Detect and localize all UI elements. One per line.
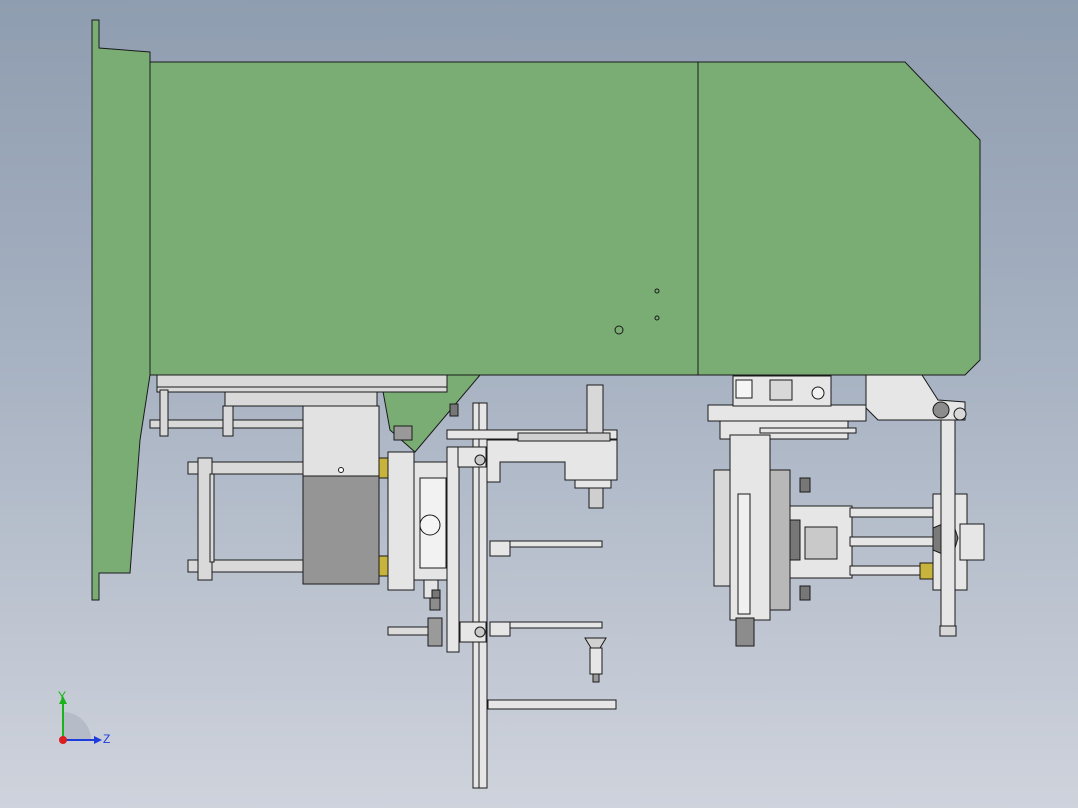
slide-plate-assembly bbox=[387, 451, 453, 647]
support-rail bbox=[156, 374, 448, 388]
end-plate-inner bbox=[209, 473, 215, 563]
vertical-rod bbox=[940, 411, 956, 631]
sensor-head bbox=[584, 637, 607, 649]
rod-clamp bbox=[159, 389, 169, 437]
housing-side-plate bbox=[91, 19, 151, 601]
x-axis-origin bbox=[59, 736, 67, 744]
sensor-arm-middle bbox=[489, 540, 603, 557]
bracket bbox=[865, 374, 966, 421]
y-axis-label: Y bbox=[58, 689, 67, 703]
brass-bushing bbox=[378, 457, 389, 479]
motor-body bbox=[302, 475, 380, 585]
base-rod bbox=[487, 699, 617, 710]
sensor-arm-lower bbox=[487, 621, 617, 710]
cad-viewport[interactable]: Y Z bbox=[0, 0, 1078, 808]
motor-housing bbox=[302, 405, 380, 477]
knob bbox=[393, 425, 413, 441]
sensor-block bbox=[735, 379, 753, 399]
brass-bushing bbox=[378, 555, 389, 577]
rod-clamp bbox=[222, 405, 234, 437]
support-rail bbox=[156, 386, 448, 393]
z-axis-label: Z bbox=[103, 732, 111, 746]
machine-assembly-drawing[interactable] bbox=[0, 0, 1078, 808]
support-bracket bbox=[224, 391, 378, 407]
guide-rod bbox=[849, 507, 935, 518]
guide-rod bbox=[849, 536, 935, 547]
brass-bushing bbox=[919, 562, 935, 580]
right-clamp-assembly bbox=[707, 374, 985, 647]
housing-main-body bbox=[149, 61, 981, 376]
sensor-arm-upper bbox=[486, 384, 618, 509]
